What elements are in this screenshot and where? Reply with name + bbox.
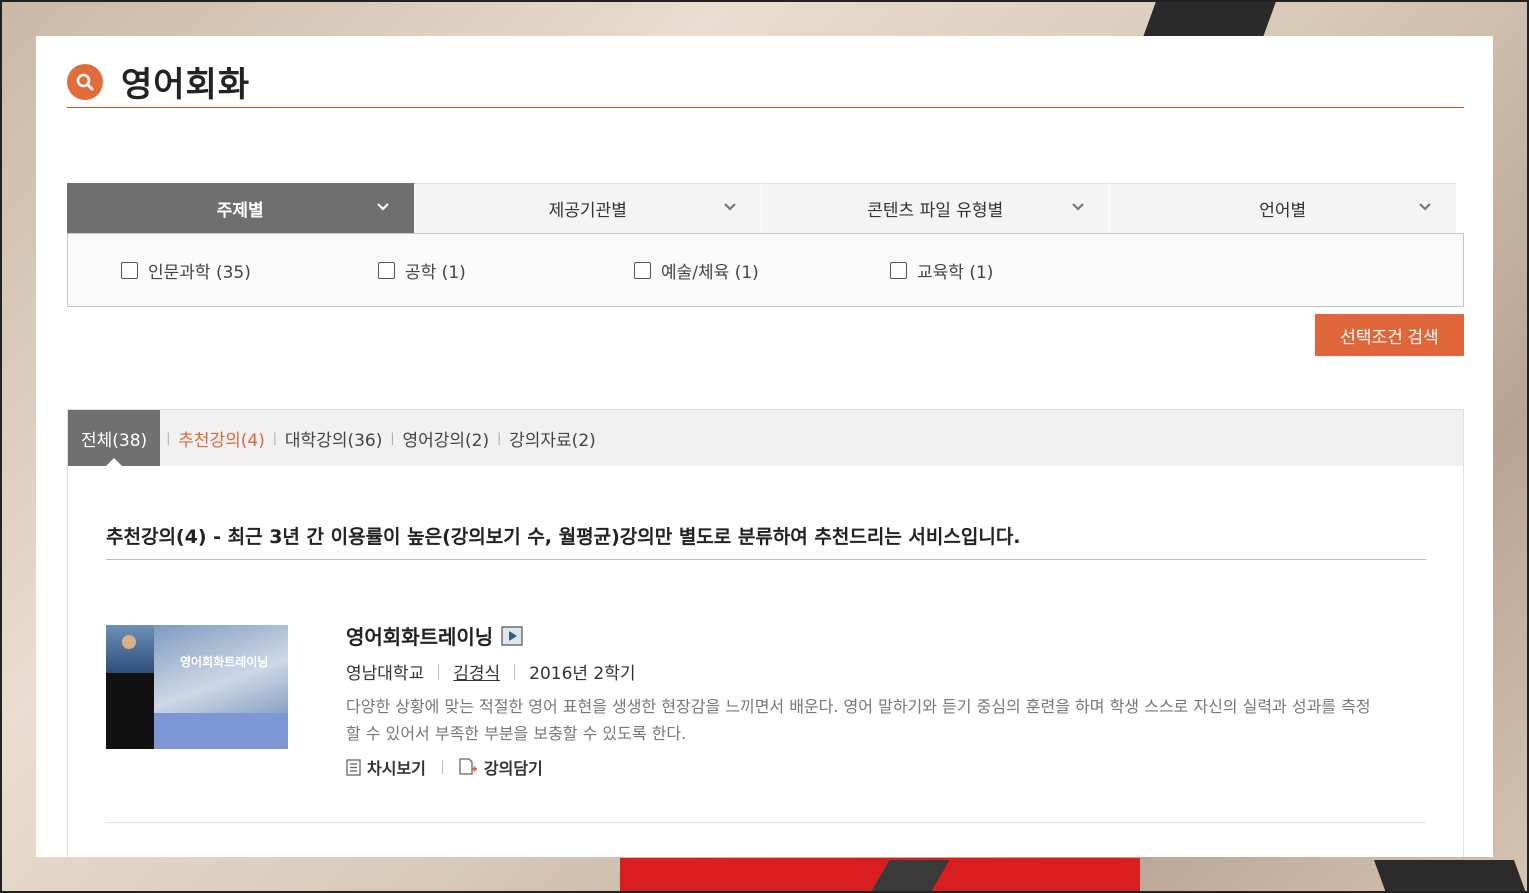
video-play-icon bbox=[501, 625, 523, 646]
checkbox[interactable] bbox=[121, 262, 138, 279]
thumbnail-title: 영어회화트레이닝 bbox=[180, 655, 269, 669]
view-episodes-label: 차시보기 bbox=[367, 759, 426, 778]
page-title: 영어회화 bbox=[121, 65, 251, 105]
thumbnail-band bbox=[154, 713, 288, 749]
add-document-icon bbox=[459, 758, 477, 775]
filter-tab-provider[interactable]: 제공기관별 bbox=[414, 183, 762, 233]
chevron-down-icon bbox=[1419, 203, 1431, 211]
checkbox-humanities[interactable]: 인문과학 (35) bbox=[121, 258, 251, 283]
view-episodes-button[interactable]: 차시보기 bbox=[346, 755, 426, 779]
course-university: 영남대학교 bbox=[346, 664, 425, 684]
list-icon bbox=[346, 758, 361, 776]
checkbox-label: 공학 (1) bbox=[405, 263, 466, 283]
content-panel: 영어회화 주제별 제공기관별 콘텐츠 파일 유형별 언어별 인문과학 (35) … bbox=[36, 36, 1493, 857]
page-header: 영어회화 bbox=[67, 56, 1464, 108]
lecturer-image bbox=[106, 625, 154, 673]
filter-tab-label: 제공기관별 bbox=[548, 201, 627, 221]
result-tabs: 전체(38) | 추천강의(4) | 대학강의(36) | 영어강의(2) | … bbox=[68, 410, 1463, 466]
course-term: 2016년 2학기 bbox=[529, 664, 636, 684]
checkbox-label: 인문과학 (35) bbox=[148, 263, 251, 283]
checkbox-education[interactable]: 교육학 (1) bbox=[890, 258, 993, 283]
course-actions: 차시보기 강의담기 bbox=[346, 755, 543, 779]
search-icon bbox=[67, 63, 103, 100]
add-course-button[interactable]: 강의담기 bbox=[459, 755, 543, 779]
course-item: 영어회화트레이닝 영어회화트레이닝 영남대학교 김경식 2016년 2학기 다양… bbox=[106, 625, 1426, 823]
course-meta: 영남대학교 김경식 2016년 2학기 bbox=[346, 659, 636, 684]
filter-tabs: 주제별 제공기관별 콘텐츠 파일 유형별 언어별 bbox=[67, 183, 1457, 233]
tab-recommended[interactable]: 추천강의(4) bbox=[176, 426, 267, 451]
divider bbox=[438, 663, 440, 680]
checkbox-label: 교육학 (1) bbox=[917, 263, 994, 283]
divider: | bbox=[166, 431, 171, 445]
tab-all[interactable]: 전체(38) bbox=[68, 410, 161, 466]
background-shape bbox=[1373, 860, 1527, 893]
filter-tab-label: 주제별 bbox=[216, 201, 264, 221]
course-thumbnail[interactable]: 영어회화트레이닝 bbox=[106, 625, 288, 749]
divider: | bbox=[497, 431, 502, 445]
tab-university[interactable]: 대학강의(36) bbox=[283, 426, 384, 451]
checkbox[interactable] bbox=[634, 262, 651, 279]
filter-tab-label: 콘텐츠 파일 유형별 bbox=[867, 201, 1004, 221]
divider: | bbox=[272, 431, 277, 445]
course-title[interactable]: 영어회화트레이닝 bbox=[346, 621, 493, 650]
divider bbox=[514, 663, 516, 680]
result-box: 전체(38) | 추천강의(4) | 대학강의(36) | 영어강의(2) | … bbox=[67, 409, 1464, 857]
tab-materials[interactable]: 강의자료(2) bbox=[507, 426, 598, 451]
divider: | bbox=[390, 431, 395, 445]
course-professor[interactable]: 김경식 bbox=[453, 659, 500, 684]
course-description: 다양한 상황에 맞는 적절한 영어 표현을 생생한 현장감을 느끼면서 배운다.… bbox=[346, 697, 1371, 743]
checkbox[interactable] bbox=[378, 262, 395, 279]
checkbox-label: 예술/체육 (1) bbox=[661, 263, 759, 283]
divider bbox=[441, 760, 443, 774]
checkbox[interactable] bbox=[890, 262, 907, 279]
background-shape bbox=[1143, 0, 1277, 36]
chevron-down-icon bbox=[1071, 203, 1084, 211]
add-course-label: 강의담기 bbox=[483, 759, 543, 778]
course-title-row[interactable]: 영어회화트레이닝 bbox=[346, 621, 523, 650]
checkbox-arts[interactable]: 예술/체육 (1) bbox=[634, 258, 759, 283]
tab-english[interactable]: 영어강의(2) bbox=[400, 426, 491, 451]
filter-tab-subject[interactable]: 주제별 bbox=[67, 183, 415, 233]
chevron-down-icon bbox=[724, 203, 736, 211]
recommend-notice: 추천강의(4) - 최근 3년 간 이용률이 높은(강의보기 수, 월평균)강의… bbox=[106, 522, 1426, 560]
filter-options: 인문과학 (35) 공학 (1) 예술/체육 (1) 교육학 (1) bbox=[67, 233, 1464, 307]
filter-tab-label: 언어별 bbox=[1259, 201, 1307, 221]
filter-tab-filetype[interactable]: 콘텐츠 파일 유형별 bbox=[762, 183, 1110, 233]
chevron-down-icon bbox=[376, 203, 389, 211]
search-button[interactable]: 선택조건 검색 bbox=[1315, 314, 1464, 356]
checkbox-engineering[interactable]: 공학 (1) bbox=[378, 258, 466, 283]
filter-tab-language[interactable]: 언어별 bbox=[1109, 183, 1457, 233]
